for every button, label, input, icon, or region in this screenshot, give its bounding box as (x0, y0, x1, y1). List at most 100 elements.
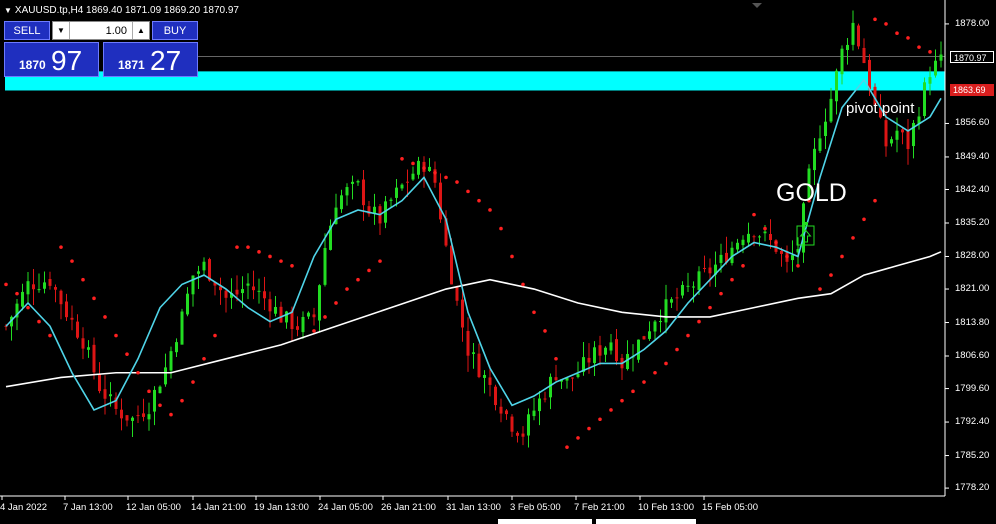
candle-body (659, 321, 662, 323)
candle-body (527, 414, 530, 436)
candle-body (868, 59, 871, 90)
price-tick-label: 1785.20 (955, 449, 990, 461)
sar-dot (488, 208, 492, 212)
sar-dot (290, 263, 294, 268)
price-tick-label: 1849.40 (955, 150, 990, 162)
candle-body (428, 166, 431, 172)
sar-dot (763, 226, 767, 231)
candle-body (664, 299, 668, 323)
lot-size-input[interactable] (71, 23, 127, 38)
candle-body (615, 339, 618, 362)
price-tick-label: 1792.40 (955, 416, 990, 428)
candle (180, 308, 184, 345)
candle-body (26, 281, 30, 295)
scrollbar-thumb (596, 519, 696, 524)
candle-body (543, 398, 547, 400)
sar-dot (741, 263, 745, 268)
candle-body (450, 245, 453, 285)
sar-dot (334, 301, 338, 305)
price-tick-label: 1828.00 (955, 250, 990, 262)
candle-body (186, 293, 189, 315)
sar-dot (345, 287, 349, 291)
sar-dot (312, 329, 316, 333)
candle (637, 339, 640, 363)
candle-body (697, 271, 701, 290)
candle-body (356, 181, 360, 183)
candle (642, 335, 646, 340)
gold-label: GOLD (776, 179, 847, 207)
candle-body (180, 311, 184, 345)
sar-dot (499, 226, 503, 231)
buy-button[interactable]: BUY (152, 21, 198, 40)
candle-body (345, 187, 349, 196)
sar-dot (466, 189, 470, 194)
candle-body (895, 130, 899, 140)
candle-body (505, 410, 508, 415)
sar-dot (136, 370, 140, 375)
one-click-trade-panel: SELL ▼ ▲ BUY 1870 97 1871 27 (4, 21, 198, 77)
price-tick-label: 1799.60 (955, 382, 990, 394)
sar-dot (554, 356, 558, 361)
lot-up-arrow-icon[interactable]: ▲ (132, 22, 149, 39)
time-tick-label: 3 Feb 05:00 (510, 502, 561, 513)
sar-dot (642, 380, 646, 384)
sell-price-small: 1870 (19, 58, 46, 72)
candle-body (142, 413, 145, 417)
sar-dot (873, 17, 877, 22)
candle-body (554, 377, 558, 381)
lot-down-arrow-icon[interactable]: ▼ (53, 22, 70, 39)
candle-body (598, 345, 602, 356)
candle-body (813, 148, 816, 171)
candle-body (235, 289, 239, 295)
candle-body (890, 139, 893, 144)
price-tick-label: 1813.80 (955, 316, 990, 328)
sar-dot (279, 259, 283, 263)
candle-body (923, 82, 926, 117)
buy-price-small: 1871 (118, 58, 145, 72)
collapse-triangle-icon[interactable]: ▼ (4, 6, 12, 15)
candle-body (510, 416, 514, 432)
sar-dot (268, 254, 272, 259)
candle-body (532, 410, 536, 417)
sar-dot (433, 170, 437, 175)
candle-body (791, 255, 794, 261)
sar-dot (15, 291, 19, 296)
candle-body (164, 367, 167, 385)
candle-body (65, 301, 68, 318)
candle-body (576, 374, 580, 378)
candle-body (703, 267, 706, 269)
sar-dot (928, 50, 932, 54)
sell-button[interactable]: SELL (4, 21, 50, 40)
price-tick-label: 1835.20 (955, 216, 990, 228)
price-tick-label: 1842.40 (955, 183, 990, 195)
candle-body (719, 254, 723, 263)
sar-dot (323, 315, 327, 319)
candle-body (692, 286, 695, 288)
sar-dot (367, 268, 371, 273)
candle-body (901, 129, 904, 133)
candle-body (312, 314, 316, 318)
candle-body (318, 285, 321, 321)
time-tick-label: 10 Feb 13:00 (638, 502, 694, 513)
candle-body (54, 287, 57, 290)
lot-size-stepper[interactable]: ▼ ▲ (52, 21, 150, 40)
sar-dot (235, 245, 239, 249)
buy-price-box[interactable]: 1871 27 (103, 42, 198, 77)
sar-dot (180, 398, 184, 403)
candle-body (340, 195, 343, 210)
sar-dot (411, 161, 415, 166)
candle (923, 77, 926, 119)
price-chart[interactable] (0, 0, 996, 524)
sar-dot (829, 273, 833, 277)
sar-dot (708, 305, 712, 310)
sell-price-box[interactable]: 1870 97 (4, 42, 99, 77)
candle-body (538, 398, 541, 412)
candle-body (301, 316, 305, 333)
candle-body (175, 342, 178, 353)
sar-dot (664, 361, 668, 366)
candle-body (587, 357, 591, 363)
candle-body (840, 48, 844, 75)
candle-body (670, 299, 673, 303)
sar-dot (59, 245, 63, 249)
candle-body (488, 377, 492, 385)
